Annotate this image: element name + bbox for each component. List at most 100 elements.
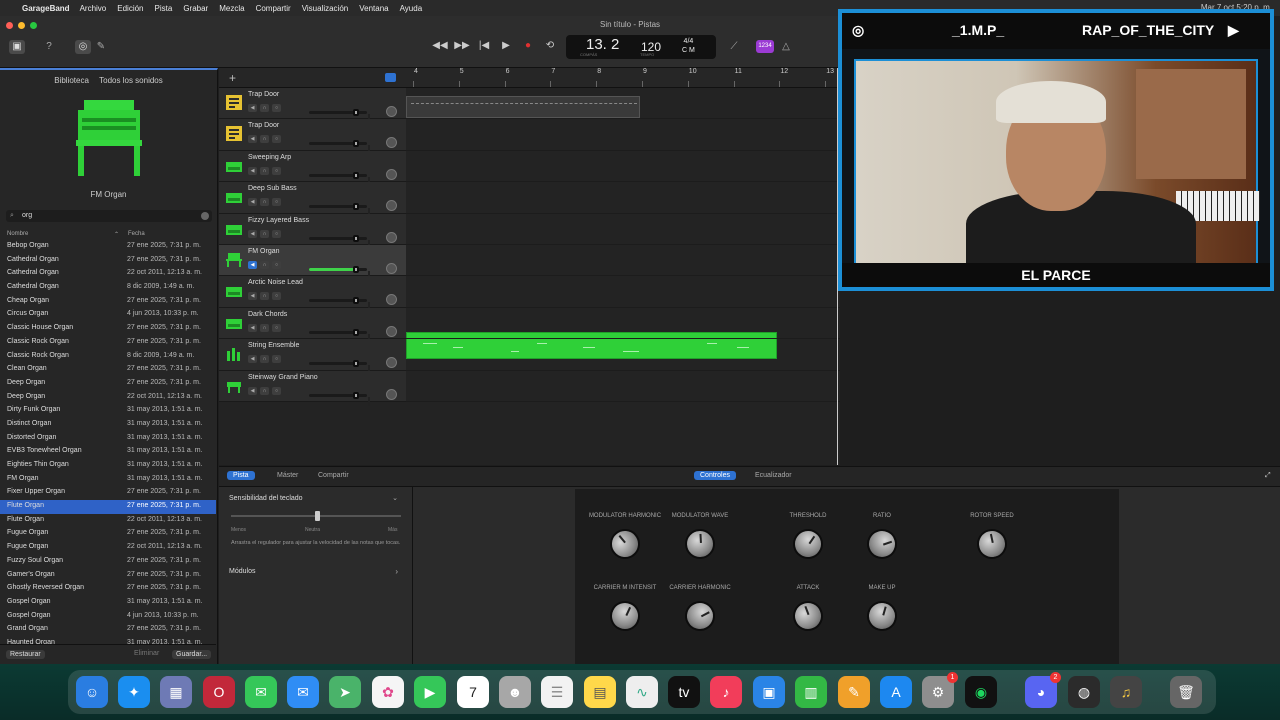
calendar-icon[interactable]: 7 — [457, 676, 489, 708]
library-toggle-icon[interactable]: ▣ — [9, 40, 25, 54]
music-icon[interactable]: ♪ — [710, 676, 742, 708]
safari-icon[interactable]: ✦ — [118, 676, 150, 708]
volume-fader[interactable] — [309, 140, 370, 155]
control-knob[interactable] — [788, 596, 828, 636]
track-header[interactable]: Fizzy Layered Bass ◀ ∩ ○ — [219, 213, 406, 249]
volume-knob[interactable] — [352, 297, 370, 312]
track-header[interactable]: FM Organ ◀ ∩ ○ — [219, 244, 406, 280]
delete-button[interactable]: Eliminar — [134, 650, 159, 657]
mute-icon[interactable]: ◀ — [248, 292, 257, 301]
garageband-icon[interactable]: ♫ — [1110, 676, 1142, 708]
play-icon[interactable]: ▶ — [498, 38, 514, 54]
add-track-icon[interactable]: + — [229, 71, 236, 85]
track-lane[interactable] — [406, 276, 840, 308]
track-lane[interactable] — [406, 339, 840, 371]
headphones-icon[interactable]: ∩ — [260, 166, 269, 175]
track-lanes[interactable] — [406, 88, 840, 465]
tab-compartir[interactable]: Compartir — [312, 471, 355, 480]
list-item[interactable]: Fixer Upper Organ 27 ene 2025, 7:31 p. m. — [0, 486, 216, 500]
keynote-icon[interactable]: ▣ — [753, 676, 785, 708]
mute-icon[interactable]: ◀ — [248, 198, 257, 207]
library-search-input[interactable]: ⌕ org — [6, 210, 212, 222]
record-enable-icon[interactable]: ○ — [272, 104, 281, 112]
record-enable-icon[interactable]: ○ — [272, 292, 281, 301]
tab-controles[interactable]: Controles — [694, 471, 736, 480]
menu-mezcla[interactable]: Mezcla — [219, 4, 244, 13]
list-item[interactable]: EVB3 Tonewheel Organ 31 may 2013, 1:51 a.… — [0, 445, 216, 459]
expand-icon[interactable]: ⤢ — [1259, 471, 1277, 481]
list-item[interactable]: Dirty Funk Organ 31 may 2013, 1:51 a. m. — [0, 404, 216, 418]
track-lane[interactable] — [406, 182, 840, 214]
list-item[interactable]: Clean Organ 27 ene 2025, 7:31 p. m. — [0, 363, 216, 377]
cycle-icon[interactable]: ⟲ — [542, 38, 558, 54]
messages-icon[interactable]: ✉ — [245, 676, 277, 708]
control-knob[interactable] — [603, 522, 647, 566]
volume-knob[interactable] — [352, 265, 370, 280]
help-icon[interactable]: ? — [41, 40, 57, 54]
track-name[interactable]: Deep Sub Bass — [248, 185, 297, 192]
track-header[interactable]: String Ensemble ◀ ∩ ○ — [219, 339, 406, 375]
track-name[interactable]: Trap Door — [248, 91, 279, 98]
maps-icon[interactable]: ➤ — [329, 676, 361, 708]
pan-knob[interactable] — [386, 200, 397, 212]
record-enable-icon[interactable]: ○ — [272, 166, 281, 175]
volume-knob[interactable] — [352, 109, 370, 123]
list-item[interactable]: Flute Organ 22 oct 2011, 12:13 a. m. — [0, 514, 216, 528]
system-settings-icon[interactable]: ⚙ 1 — [922, 672, 958, 708]
tab-ecualizador[interactable]: Ecualizador — [749, 471, 798, 480]
mute-icon[interactable]: ◀ — [248, 386, 257, 395]
headphones-icon[interactable]: ∩ — [260, 292, 269, 301]
volume-fader[interactable] — [309, 171, 370, 186]
track-name[interactable]: Steinway Grand Piano — [248, 374, 318, 381]
list-item[interactable]: Classic Rock Organ 8 dic 2009, 1:49 a. m. — [0, 350, 216, 364]
control-knob[interactable] — [863, 597, 901, 635]
list-item[interactable]: Fugue Organ 22 oct 2011, 12:13 a. m. — [0, 541, 216, 555]
track-filter-icon[interactable] — [385, 73, 396, 82]
list-item[interactable]: Fuzzy Soul Organ 27 ene 2025, 7:31 p. m. — [0, 555, 216, 569]
control-knob[interactable] — [679, 595, 721, 637]
rewind-icon[interactable]: ◀◀ — [432, 38, 448, 54]
volume-fader[interactable] — [309, 297, 370, 312]
headphones-icon[interactable]: ∩ — [260, 198, 269, 207]
headphones-icon[interactable]: ∩ — [260, 323, 269, 332]
keyboard-sensitivity-label[interactable]: Sensibilidad del teclado — [229, 495, 303, 502]
headphones-icon[interactable]: ∩ — [260, 104, 269, 112]
opera-icon[interactable]: O — [203, 676, 235, 708]
volume-fader[interactable] — [309, 234, 370, 249]
record-enable-icon[interactable]: ○ — [272, 386, 281, 395]
list-item[interactable]: Ghostly Reversed Organ 27 ene 2025, 7:31 … — [0, 582, 216, 596]
record-enable-icon[interactable]: ○ — [272, 323, 281, 332]
track-lane[interactable] — [406, 119, 840, 151]
volume-knob[interactable] — [352, 234, 370, 249]
record-icon[interactable]: ● — [520, 38, 536, 54]
list-item[interactable]: Distorted Organ 31 may 2013, 1:51 a. m. — [0, 432, 216, 446]
menu-compartir[interactable]: Compartir — [256, 4, 291, 13]
list-item[interactable]: Circus Organ 4 jun 2013, 10:33 p. m. — [0, 308, 216, 322]
menu-ayuda[interactable]: Ayuda — [400, 4, 423, 13]
track-lane[interactable] — [406, 245, 840, 277]
list-item[interactable]: Eighties Thin Organ 31 may 2013, 1:51 a. … — [0, 459, 216, 473]
track-name[interactable]: String Ensemble — [248, 342, 299, 349]
clear-search-icon[interactable] — [201, 212, 209, 220]
library-filter[interactable]: Todos los sonidos — [99, 76, 163, 85]
volume-knob[interactable] — [352, 203, 370, 218]
lcd-display[interactable]: 13. 2 120 4/4 C M COMPÁS TEMPO — [566, 35, 716, 59]
volume-knob[interactable] — [352, 328, 370, 343]
volume-knob[interactable] — [352, 360, 370, 375]
list-item[interactable]: Gospel Organ 31 may 2013, 1:51 a. m. — [0, 596, 216, 610]
go-to-start-icon[interactable]: |◀ — [476, 38, 492, 54]
list-item[interactable]: Classic House Organ 27 ene 2025, 7:31 p. … — [0, 322, 216, 336]
editors-icon[interactable]: ✎ — [93, 40, 109, 54]
col-date[interactable]: Fecha — [128, 231, 145, 237]
list-item[interactable]: Grand Organ 27 ene 2025, 7:31 p. m. — [0, 623, 216, 637]
track-lane[interactable] — [406, 371, 840, 402]
record-enable-icon[interactable]: ○ — [272, 198, 281, 207]
appletv-icon[interactable]: tv — [668, 676, 700, 708]
sort-icon[interactable]: ⌃ — [114, 231, 119, 238]
mute-icon[interactable]: ◀ — [248, 104, 257, 112]
app-store-icon[interactable]: A — [880, 676, 912, 708]
pan-knob[interactable] — [386, 168, 397, 180]
list-item[interactable]: Bebop Organ 27 ene 2025, 7:31 p. m. — [0, 240, 216, 254]
volume-knob[interactable] — [352, 391, 370, 406]
menu-edicion[interactable]: Edición — [117, 4, 143, 13]
